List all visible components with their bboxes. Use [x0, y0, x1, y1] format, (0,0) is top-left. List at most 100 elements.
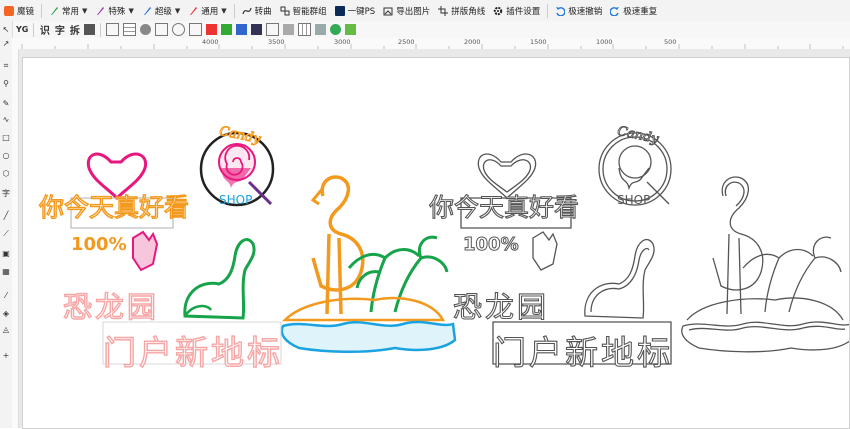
arrange-icon[interactable]	[140, 24, 152, 35]
separator	[233, 3, 235, 18]
menu-chaoji-button[interactable]: 超级 ▼	[138, 0, 184, 21]
menu-chaoji-label: 超级	[154, 6, 172, 17]
image-icon[interactable]	[251, 24, 263, 35]
menu-undo-button[interactable]: 极速撤销	[551, 0, 606, 21]
grid-icon[interactable]	[298, 23, 312, 36]
pointer-tool-icon[interactable]: ↖	[1, 25, 11, 35]
island-shape	[281, 296, 446, 322]
tree-icon[interactable]	[345, 24, 357, 35]
heart-text[interactable]: 你今天真好看	[38, 188, 189, 224]
dinosaur-outline-shape	[584, 239, 655, 319]
dinosaur-outline-inner	[590, 247, 650, 313]
ruler-label: 3000	[334, 38, 351, 46]
hand-outline-shape	[532, 231, 558, 271]
color-swatch-icon[interactable]	[221, 24, 233, 35]
shadow-tool-icon[interactable]: ▣	[1, 249, 11, 259]
pen-icon	[142, 6, 152, 16]
menu-undo-label: 极速撤销	[568, 6, 603, 17]
sign-text-outline[interactable]: 门户新地标	[492, 326, 673, 374]
menu-redo-button[interactable]: 极速重复	[606, 0, 661, 21]
pen-icon	[188, 6, 198, 16]
menu-changyong-button[interactable]: 常用 ▼	[45, 0, 91, 21]
grid-icon[interactable]	[106, 23, 120, 36]
menu-cropmarks-label: 拼版角线	[451, 6, 486, 17]
line-tool-icon[interactable]: ╱	[1, 211, 11, 221]
rectangle-tool-icon[interactable]: □	[1, 133, 11, 143]
menu-export-label: 导出图片	[396, 6, 431, 17]
ruler-label: 2500	[398, 38, 415, 46]
park-text[interactable]: 恐龙园	[62, 284, 159, 326]
chevron-down-icon: ▼	[174, 6, 181, 15]
menu-export-button[interactable]: 导出图片	[379, 0, 434, 21]
palm-outline-shape	[742, 236, 842, 313]
outline-tool-icon[interactable]: ◬	[1, 325, 11, 335]
percent-text[interactable]: 100%	[71, 234, 127, 255]
connector-tool-icon[interactable]: ⟋	[1, 229, 11, 239]
shop-text[interactable]: SHOP	[219, 193, 252, 207]
circle-icon[interactable]	[172, 23, 186, 36]
pen-icon	[49, 6, 59, 16]
sea-outline-inner	[688, 325, 846, 331]
pattern-icon[interactable]	[315, 24, 327, 35]
separator	[41, 3, 43, 18]
separator	[100, 22, 102, 37]
menu-teshu-button[interactable]: 特殊 ▼	[91, 0, 137, 21]
curve-icon	[242, 6, 252, 16]
redo-icon	[609, 6, 620, 17]
menu-ps-label: 一键PS	[347, 6, 376, 17]
fill-tool-icon[interactable]: ◈	[1, 309, 11, 319]
canvas-area[interactable]: 你今天真好看 100% Candy SHOP 恐龙园 门户新地标 你今天真好看 …	[19, 49, 850, 429]
text-tool-icon[interactable]: 字	[1, 189, 11, 199]
curve-tool-icon[interactable]: ∿	[1, 115, 11, 125]
align-icon[interactable]	[155, 23, 169, 36]
menu-ps-button[interactable]: 一键PS	[331, 0, 380, 21]
table-icon[interactable]	[123, 23, 137, 36]
menu-group-button[interactable]: 智能群组	[276, 0, 331, 21]
polygon-tool-icon[interactable]: ⬡	[1, 169, 11, 179]
percent-text-outline[interactable]: 100%	[463, 234, 520, 256]
app-title[interactable]: 魔镜	[0, 0, 38, 21]
color-swatch-icon[interactable]	[206, 24, 218, 35]
shop-text-outline[interactable]: SHOP	[617, 193, 650, 207]
menu-tongyong-button[interactable]: 通用 ▼	[184, 0, 230, 21]
add-tool-icon[interactable]: +	[1, 351, 11, 361]
park-text-outline[interactable]: 恐龙园	[452, 284, 549, 326]
split-char-button[interactable]: 拆	[67, 22, 82, 37]
transparency-tool-icon[interactable]: ▦	[1, 267, 11, 277]
crop-tool-icon[interactable]: ⌗	[1, 61, 11, 71]
ellipse-tool-icon[interactable]: ○	[1, 151, 11, 161]
menu-settings-button[interactable]: 插件设置	[489, 0, 544, 21]
separator	[33, 22, 35, 37]
ruler-label: 2000	[464, 38, 481, 46]
crop-marks-icon	[438, 5, 449, 16]
separator	[547, 3, 549, 18]
leaf-icon[interactable]	[330, 24, 342, 35]
sign-text[interactable]: 门户新地标	[102, 326, 283, 374]
heart-text-outline[interactable]: 你今天真好看	[428, 188, 579, 224]
cut-icon[interactable]	[283, 24, 295, 35]
ps-icon	[334, 5, 345, 16]
node-tool-icon[interactable]: ↗	[1, 39, 11, 49]
palm-tree-shape	[347, 235, 449, 313]
menu-zhuanqu-button[interactable]: 转曲	[238, 0, 276, 21]
pen-tool-icon[interactable]: ✎	[1, 99, 11, 109]
flamingo-outline-inner	[724, 181, 745, 207]
menu-tongyong-label: 通用	[201, 6, 219, 17]
yg-icon[interactable]: YG	[14, 22, 30, 37]
char-button[interactable]: 字	[52, 22, 67, 37]
secondary-toolbar: YG 识 字 拆	[0, 21, 850, 39]
zoom-tool-icon[interactable]: ⚲	[1, 79, 11, 89]
menu-changyong-label: 常用	[62, 6, 80, 17]
eyedropper-tool-icon[interactable]: ⁄	[1, 291, 11, 301]
ruler-ticks	[21, 44, 844, 49]
text-icon[interactable]	[266, 23, 280, 36]
rect-icon[interactable]	[189, 23, 203, 36]
layer-icon[interactable]	[84, 24, 96, 35]
color-swatch-icon[interactable]	[236, 24, 248, 35]
hand-shape	[132, 230, 159, 272]
recognize-char-button[interactable]: 识	[37, 22, 52, 37]
flamingo-shape	[311, 175, 365, 315]
menu-zhuanqu-label: 转曲	[254, 6, 272, 17]
drawing-page[interactable]: 你今天真好看 100% Candy SHOP 恐龙园 门户新地标 你今天真好看 …	[22, 57, 850, 429]
menu-cropmarks-button[interactable]: 拼版角线	[434, 0, 489, 21]
